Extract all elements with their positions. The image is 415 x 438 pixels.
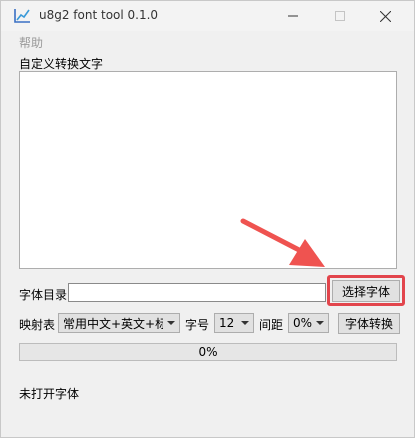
menu-help[interactable]: 帮助 <box>19 34 43 51</box>
spacing-label: 间距 <box>259 318 284 332</box>
convert-font-button[interactable]: 字体转换 <box>338 313 400 334</box>
chevron-down-icon <box>167 321 175 325</box>
spacing-select[interactable]: 0% <box>288 313 329 333</box>
custom-text-label: 自定义转换文字 <box>19 57 104 71</box>
status-text: 未打开字体 <box>19 387 80 401</box>
chevron-down-icon <box>241 321 249 325</box>
chevron-down-icon <box>316 321 324 325</box>
mapping-select-value: 常用中文+英文+标 <box>63 316 163 331</box>
app-window: u8g2 font tool 0.1.0 帮助 自定义转换文字 字体目录 选择字… <box>0 0 415 438</box>
mapping-label: 映射表 <box>19 318 56 332</box>
size-label: 字号 <box>185 318 210 332</box>
progress-text: 0% <box>198 345 218 359</box>
size-select-value: 12 <box>219 316 235 330</box>
spacing-select-value: 0% <box>293 316 313 330</box>
font-dir-input[interactable] <box>68 283 326 302</box>
custom-text-area[interactable] <box>19 71 397 269</box>
size-select[interactable]: 12 <box>214 313 254 333</box>
title-bar[interactable]: u8g2 font tool 0.1.0 <box>1 1 414 31</box>
mapping-select[interactable]: 常用中文+英文+标 <box>58 313 180 333</box>
close-button[interactable] <box>365 3 405 29</box>
highlight-box <box>327 275 405 306</box>
minimize-icon <box>288 15 298 17</box>
minimize-button[interactable] <box>273 3 313 29</box>
window-title: u8g2 font tool 0.1.0 <box>39 8 159 22</box>
close-icon <box>379 10 391 22</box>
maximize-icon <box>335 11 345 21</box>
maximize-button <box>320 3 360 29</box>
red-arrow-icon <box>240 218 325 267</box>
font-dir-label: 字体目录 <box>19 288 68 302</box>
app-chart-icon <box>14 9 30 23</box>
menu-bar: 帮助 <box>1 31 414 51</box>
progress-bar: 0% <box>19 343 397 361</box>
